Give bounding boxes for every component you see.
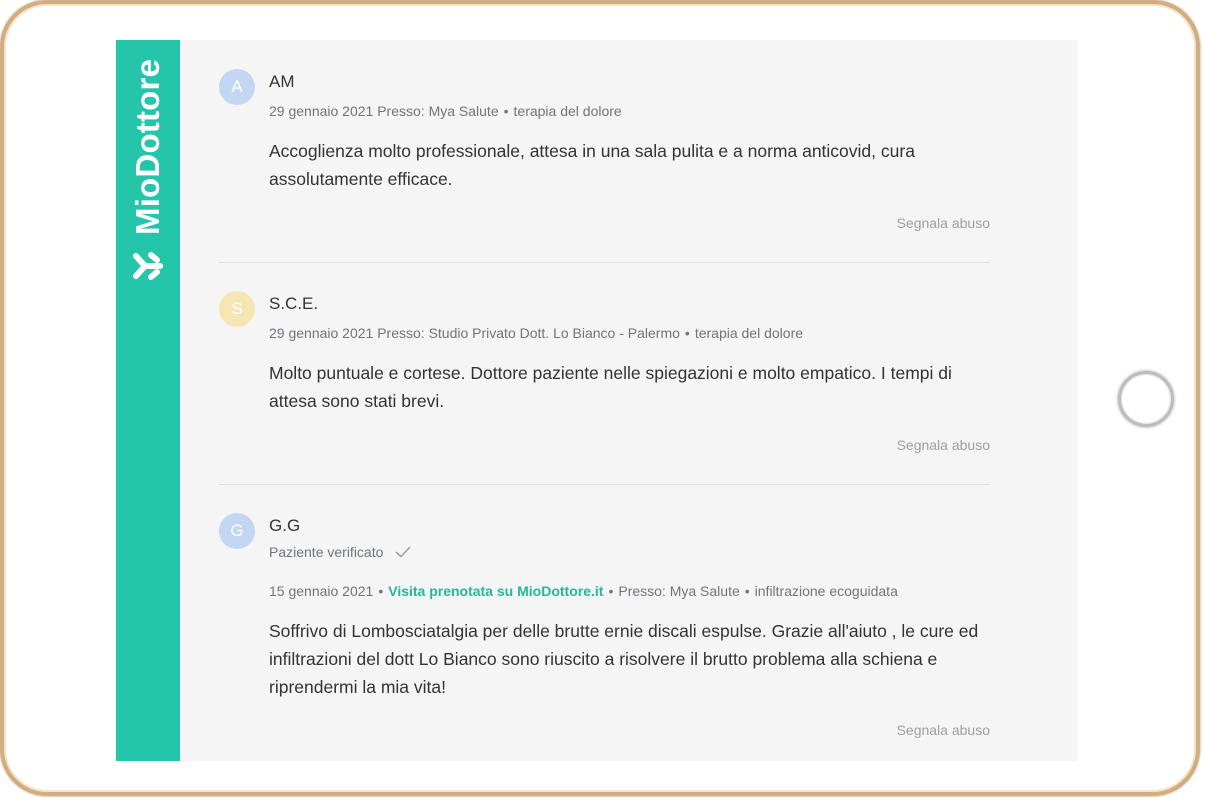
report-abuse-link[interactable]: Segnala abuso	[897, 437, 990, 453]
miodottore-logo-icon	[133, 252, 163, 280]
review-service: terapia del dolore	[513, 103, 622, 119]
avatar: G	[219, 513, 255, 549]
review-item: S S.C.E. 29 gennaio 2021 Presso: Studio …	[219, 262, 990, 485]
review-text: Accoglienza molto professionale, attesa …	[269, 141, 915, 189]
verified-patient-badge: Paziente verificato	[269, 544, 411, 560]
screen: MioDottore A AM 29 gennaio 2021 Presso: …	[116, 40, 1078, 761]
check-icon	[396, 546, 411, 558]
avatar: A	[219, 69, 255, 105]
review-meta: 15 gennaio 2021 • Visita prenotata su MioD…	[269, 583, 898, 599]
report-abuse-link[interactable]: Segnala abuso	[897, 215, 990, 231]
review-location: Presso: Studio Privato Dott. Lo Bianco -…	[377, 325, 680, 341]
meta-separator: •	[744, 583, 750, 599]
review-meta: 29 gennaio 2021 Presso: Studio Privato D…	[269, 325, 803, 341]
review-date: 15 gennaio 2021	[269, 583, 374, 599]
review-author: G.G	[269, 516, 301, 535]
avatar: S	[219, 291, 255, 327]
review-author: S.C.E.	[269, 294, 319, 313]
review-location: Presso: Mya Salute	[618, 583, 740, 599]
brand-logo-group: MioDottore	[127, 55, 169, 285]
review-author: AM	[269, 72, 295, 91]
review-service: infiltrazione ecoguidata	[754, 583, 898, 599]
review-date: 29 gennaio 2021	[269, 325, 374, 341]
brand-name: MioDottore	[129, 58, 166, 235]
review-text: Molto puntuale e cortese. Dottore pazien…	[269, 363, 952, 411]
home-button[interactable]	[1118, 371, 1174, 427]
brand-sidebar: MioDottore	[116, 40, 180, 761]
review-item: A AM 29 gennaio 2021 Presso: Mya Salute •…	[219, 40, 990, 263]
meta-separator: •	[378, 583, 384, 599]
review-service: terapia del dolore	[694, 325, 804, 341]
review-meta: 29 gennaio 2021 Presso: Mya Salute • terap…	[269, 103, 622, 119]
review-item: G G.G Paziente verificato 15 gennaio 202…	[219, 484, 990, 761]
review-text: Soffrivo di Lombosciatalgia per delle br…	[269, 621, 979, 697]
review-location: Presso: Mya Salute	[377, 103, 499, 119]
verified-label: Paziente verificato	[269, 544, 384, 560]
report-abuse-link[interactable]: Segnala abuso	[897, 722, 990, 738]
review-date: 29 gennaio 2021	[269, 103, 374, 119]
meta-separator: •	[608, 583, 614, 599]
meta-separator: •	[503, 103, 509, 119]
booking-link[interactable]: Visita prenotata su MioDottore.it	[388, 583, 603, 599]
meta-separator: •	[684, 325, 690, 341]
